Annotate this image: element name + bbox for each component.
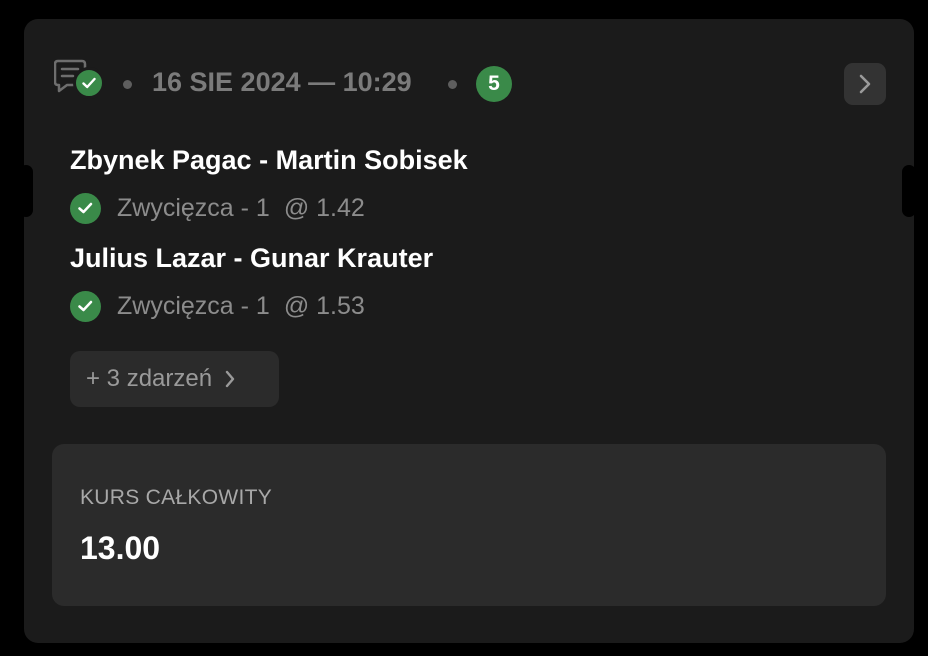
show-more-events-button[interactable]: + 3 zdarzeń — [70, 351, 279, 407]
check-circle-icon — [70, 290, 101, 322]
pick-label: Zwycięzca - 1 — [117, 193, 270, 222]
event-item: Zbynek Pagac - Martin Sobisek Zwycięzca … — [70, 142, 770, 224]
event-item: Julius Lazar - Gunar Krauter Zwycięzca -… — [70, 240, 770, 322]
events-count-badge: 5 — [476, 66, 512, 102]
more-events-label: + 3 zdarzeń — [86, 365, 213, 392]
separator-dot — [123, 80, 132, 89]
check-circle-icon — [70, 192, 101, 224]
total-odds-panel: KURS CAŁKOWITY 13.00 — [52, 444, 886, 606]
event-pick: Zwycięzca - 1 @ 1.53 — [70, 290, 770, 322]
open-details-button[interactable] — [844, 63, 886, 105]
check-badge-icon — [73, 67, 105, 99]
event-title: Zbynek Pagac - Martin Sobisek — [70, 145, 468, 175]
total-odds-label: KURS CAŁKOWITY — [80, 486, 273, 509]
separator-dot — [448, 80, 457, 89]
bet-date-time: 16 SIE 2024 — 10:29 — [152, 67, 412, 97]
pick-odds: @ 1.42 — [283, 193, 365, 222]
pick-odds: @ 1.53 — [283, 291, 365, 320]
bet-slip-won-icon — [54, 58, 106, 104]
event-title: Julius Lazar - Gunar Krauter — [70, 243, 434, 273]
ticket-notch-right — [902, 165, 916, 217]
total-odds-value: 13.00 — [80, 530, 161, 566]
bet-slip-header: 16 SIE 2024 — 10:29 5 — [54, 58, 886, 110]
pick-label: Zwycięzca - 1 — [117, 291, 270, 320]
chevron-right-icon — [224, 369, 236, 389]
ticket-notch-left — [19, 165, 33, 217]
chevron-right-icon — [859, 74, 871, 94]
event-pick: Zwycięzca - 1 @ 1.42 — [70, 192, 770, 224]
